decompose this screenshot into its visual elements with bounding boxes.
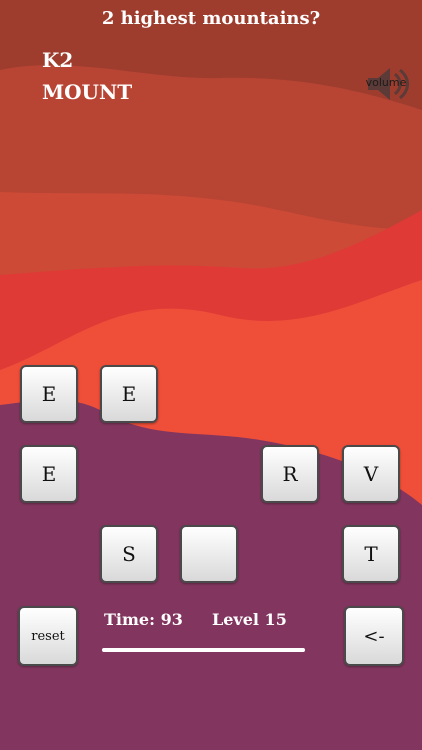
answer-word-1: K2 <box>42 48 74 72</box>
letter-tile-r[interactable]: R <box>261 445 319 503</box>
time-counter: Time: 93 <box>104 610 183 629</box>
level-indicator: Level 15 <box>212 610 287 629</box>
time-progress-fill <box>102 648 305 652</box>
time-progress-bar <box>102 648 305 652</box>
reset-button[interactable]: reset <box>18 606 78 666</box>
letter-tile-e-1[interactable]: E <box>20 365 78 423</box>
letter-tile-e-2[interactable]: E <box>100 365 158 423</box>
empty-tile[interactable] <box>180 525 238 583</box>
backspace-button[interactable]: <- <box>344 606 404 666</box>
answer-word-2: MOUNT <box>42 80 133 104</box>
letter-tile-s[interactable]: S <box>100 525 158 583</box>
letter-tile-v[interactable]: V <box>342 445 400 503</box>
volume-label: volume <box>365 76 407 89</box>
letter-tile-t[interactable]: T <box>342 525 400 583</box>
volume-button[interactable]: volume <box>360 64 412 104</box>
letter-tile-e-3[interactable]: E <box>20 445 78 503</box>
question-title: 2 highest mountains? <box>101 8 321 29</box>
